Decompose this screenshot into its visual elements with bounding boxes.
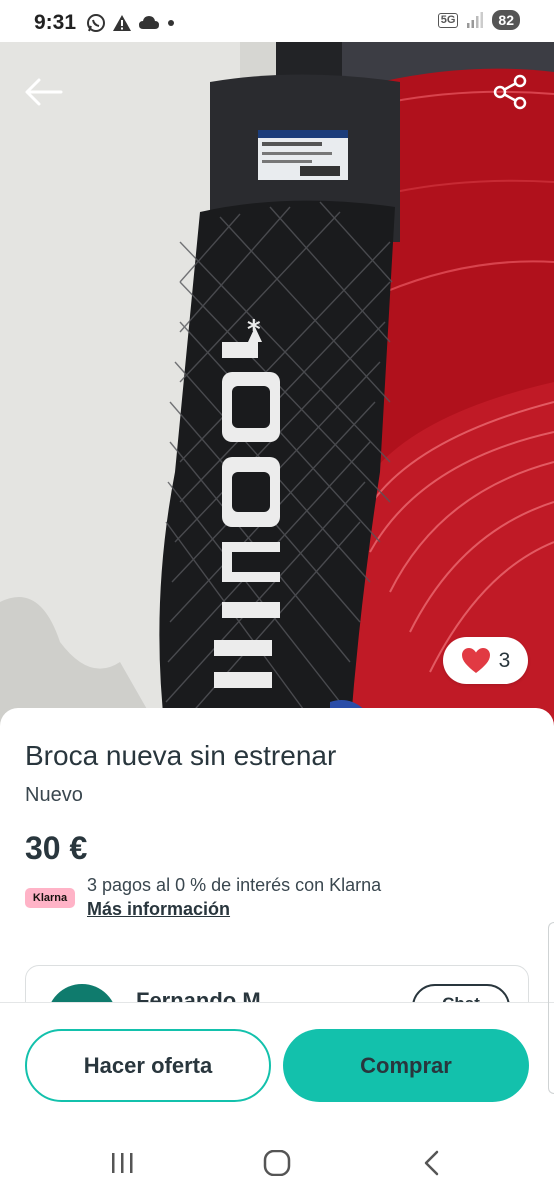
share-icon — [493, 74, 527, 110]
make-offer-button[interactable]: Hacer oferta — [25, 1029, 271, 1102]
home-icon — [263, 1150, 291, 1176]
recent-apps-button[interactable] — [102, 1148, 142, 1178]
signal-icon — [467, 12, 484, 28]
product-image: * — [0, 42, 554, 732]
product-details-sheet: Broca nueva sin estrenar Nuevo 30 € Klar… — [0, 708, 554, 1008]
alert-icon — [113, 15, 131, 31]
back-arrow-icon — [25, 78, 63, 106]
status-bar: 9:31 5G 82 — [0, 0, 554, 42]
likes-count: 3 — [498, 648, 511, 672]
system-nav-bar — [0, 1122, 554, 1200]
product-price: 30 € — [25, 830, 88, 866]
heart-icon — [461, 648, 490, 673]
status-time: 9:31 — [34, 11, 77, 34]
home-button[interactable] — [257, 1148, 297, 1178]
klarna-logo: Klarna — [25, 888, 75, 908]
product-title: Broca nueva sin estrenar — [25, 740, 337, 771]
svg-text:*: * — [247, 315, 261, 345]
system-icons: 5G 82 — [437, 10, 520, 30]
back-button[interactable] — [21, 70, 65, 114]
klarna-more-info-link[interactable]: Más información — [87, 899, 230, 920]
action-bar: Hacer oferta Comprar — [0, 1002, 554, 1122]
notification-icons — [86, 13, 176, 33]
chevron-left-icon — [424, 1150, 439, 1176]
scroll-indicator — [548, 922, 554, 1094]
whatsapp-icon — [87, 14, 105, 32]
buy-button[interactable]: Comprar — [283, 1029, 529, 1102]
cloud-icon — [139, 16, 159, 29]
share-button[interactable] — [488, 70, 532, 114]
klarna-financing-text: 3 pagos al 0 % de interés con Klarna — [87, 875, 382, 895]
product-condition: Nuevo — [25, 784, 83, 806]
favorite-button[interactable]: 3 — [443, 637, 528, 684]
dot-icon — [168, 20, 174, 26]
network-type: 5G — [437, 12, 459, 28]
battery-level: 82 — [492, 10, 520, 30]
product-photo[interactable]: * 3 — [0, 42, 554, 732]
recent-apps-icon — [112, 1153, 133, 1173]
system-back-button[interactable] — [412, 1148, 452, 1178]
